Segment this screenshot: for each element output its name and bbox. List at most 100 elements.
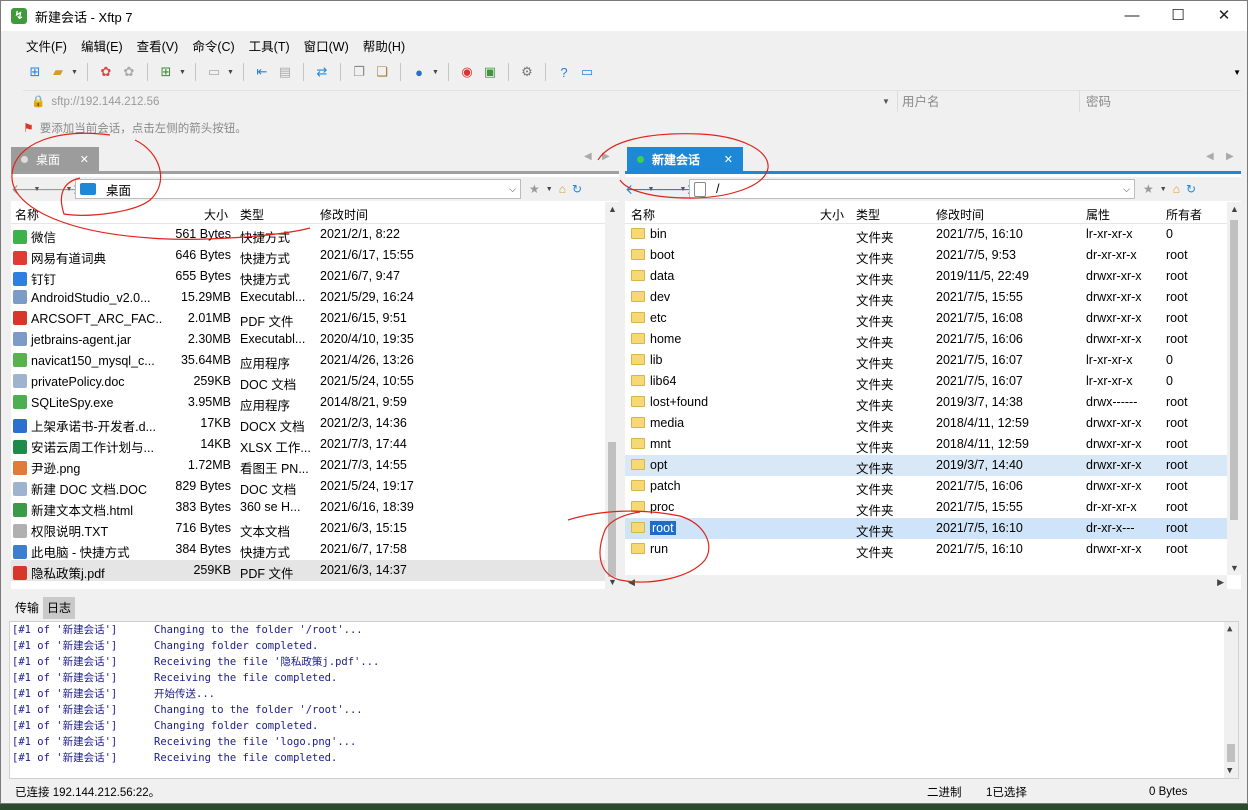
tab-transfer[interactable]: 传输 [11, 597, 43, 619]
file-name[interactable]: root [650, 521, 676, 535]
scroll-left-icon[interactable]: ◀ [628, 577, 635, 588]
local-vertical-scrollbar[interactable]: ▲ ▼ [605, 202, 619, 589]
scroll-tabs-right-icon[interactable]: ▶ [1226, 151, 1234, 162]
host-dropdown-icon[interactable]: ▼ [875, 91, 897, 112]
table-row[interactable]: 安诺云周工作计划与... 14KB XLSX 工作... 2021/7/3, 17:4… [11, 434, 619, 455]
table-row[interactable]: 隐私政策j.pdf 259KB PDF 文件 2021/6/3, 14:37 [11, 560, 619, 581]
col-type[interactable]: 类型 [856, 206, 880, 223]
col-size[interactable]: 大小 [820, 206, 844, 223]
remote-vertical-scrollbar[interactable]: ▲ ▼ [1227, 202, 1241, 575]
open-dropdown-icon[interactable]: ▼ [71, 69, 79, 76]
table-row[interactable]: 网易有道词典 646 Bytes 快捷方式 2021/6/17, 15:55 [11, 245, 619, 266]
xshell-icon[interactable]: ◉ [457, 62, 477, 82]
menu-edit[interactable]: 编辑(E) [74, 36, 130, 55]
menu-file[interactable]: 文件(F) [19, 36, 74, 55]
table-row[interactable]: jetbrains-agent.jar 2.30MB Executabl... 202… [11, 329, 619, 350]
scroll-down-icon[interactable]: ▼ [608, 577, 617, 587]
favorite-icon[interactable]: ★ [1143, 182, 1154, 196]
scroll-thumb[interactable] [608, 442, 616, 577]
table-row[interactable]: opt 文件夹 2019/3/7, 14:40 drwxr-xr-x root [625, 455, 1241, 476]
scroll-up-icon[interactable]: ▲ [608, 204, 617, 214]
new-folder-icon[interactable]: ⊞ [156, 62, 176, 82]
back-dropdown-icon[interactable]: ▼ [645, 186, 657, 193]
back-dropdown-icon[interactable]: ▼ [31, 186, 43, 193]
paste-icon[interactable]: ❏ [372, 62, 392, 82]
globe-dropdown-icon[interactable]: ▼ [432, 69, 440, 76]
table-row[interactable]: etc 文件夹 2021/7/5, 16:08 drwxr-xr-x root [625, 308, 1241, 329]
connect-icon[interactable]: ✿ [96, 62, 116, 82]
help-icon[interactable]: ? [554, 62, 574, 82]
toolbar-overflow-icon[interactable]: ▼ [1233, 68, 1241, 77]
table-row[interactable]: ARCSOFT_ARC_FAC... 2.01MB PDF 文件 2021/6/15,… [11, 308, 619, 329]
xftp-toolbar-icon[interactable]: ▣ [480, 62, 500, 82]
table-row[interactable]: 新建 DOC 文档.DOC 829 Bytes DOC 文档 2021/5/24, 1… [11, 476, 619, 497]
back-icon[interactable]: 🡐 [625, 181, 663, 198]
table-row[interactable]: dev 文件夹 2021/7/5, 15:55 drwxr-xr-x root [625, 287, 1241, 308]
table-row[interactable]: home 文件夹 2021/7/5, 16:06 drwxr-xr-x root [625, 329, 1241, 350]
log-vertical-scrollbar[interactable]: ▲ ▼ [1224, 622, 1238, 778]
refresh-icon[interactable]: ↻ [1186, 182, 1196, 196]
path-dropdown-icon[interactable]: ⌵ [1123, 184, 1130, 195]
view-icon[interactable]: ▭ [204, 62, 224, 82]
table-row[interactable]: media 文件夹 2018/4/11, 12:59 drwxr-xr-x root [625, 413, 1241, 434]
copy-icon[interactable]: ❐ [349, 62, 369, 82]
table-row[interactable]: 权限说明.TXT 716 Bytes 文本文档 2021/6/3, 15:15 [11, 518, 619, 539]
view-dropdown-icon[interactable]: ▼ [227, 69, 235, 76]
remote-horizontal-scrollbar[interactable]: ◀ ▶ [625, 575, 1227, 589]
col-type[interactable]: 类型 [240, 206, 264, 223]
scroll-thumb[interactable] [1230, 220, 1238, 520]
scroll-down-icon[interactable]: ▼ [1227, 766, 1232, 776]
remote-path-input[interactable]: / ⌵ [689, 179, 1135, 199]
table-row[interactable]: navicat150_mysql_c... 35.64MB 应用程序 2021/4/2… [11, 350, 619, 371]
menu-command[interactable]: 命令(C) [185, 36, 241, 55]
menu-window[interactable]: 窗口(W) [297, 36, 356, 55]
table-row[interactable]: boot 文件夹 2021/7/5, 9:53 dr-xr-xr-x root [625, 245, 1241, 266]
add-session-icon[interactable]: ⚑ [23, 121, 34, 135]
scroll-right-icon[interactable]: ▶ [1217, 577, 1224, 588]
scroll-tabs-left-icon[interactable]: ◀ [1206, 151, 1214, 162]
forward-dropdown-icon[interactable]: ▼ [63, 186, 75, 193]
table-row[interactable]: lib64 文件夹 2021/7/5, 16:07 lr-xr-xr-x 0 [625, 371, 1241, 392]
table-row[interactable]: mnt 文件夹 2018/4/11, 12:59 drwxr-xr-x root [625, 434, 1241, 455]
tab-log[interactable]: 日志 [43, 597, 76, 619]
favorite-dropdown-icon[interactable]: ▼ [546, 186, 553, 193]
table-row[interactable]: 尹逊.png 1.72MB 看图王 PN... 2021/7/3, 14:55 [11, 455, 619, 476]
local-path-input[interactable]: 桌面 ⌵ [75, 179, 521, 199]
table-row[interactable]: lib 文件夹 2021/7/5, 16:07 lr-xr-xr-x 0 [625, 350, 1241, 371]
new-session-icon[interactable]: ⊞ [25, 62, 45, 82]
tab-desktop[interactable]: 桌面 ✕ [11, 147, 99, 171]
col-name[interactable]: 名称 [631, 206, 655, 223]
scroll-up-icon[interactable]: ▲ [1227, 624, 1232, 634]
favorite-icon[interactable]: ★ [529, 182, 540, 196]
new-dropdown-icon[interactable]: ▼ [179, 69, 187, 76]
home-folder-icon[interactable]: ⌂ [1173, 182, 1180, 196]
minimize-button[interactable]: — [1109, 1, 1155, 31]
table-row[interactable]: privatePolicy.doc 259KB DOC 文档 2021/5/24, 1… [11, 371, 619, 392]
col-name[interactable]: 名称 [15, 206, 39, 223]
table-row[interactable]: 新建文本文档.html 383 Bytes 360 se H... 2021/6/16… [11, 497, 619, 518]
comment-icon[interactable]: ▭ [577, 62, 597, 82]
forward-icon[interactable]: 🡒 [657, 181, 695, 198]
globe-icon[interactable]: ● [409, 62, 429, 82]
scroll-thumb[interactable] [1227, 744, 1235, 762]
table-row[interactable]: bin 文件夹 2021/7/5, 16:10 lr-xr-xr-x 0 [625, 224, 1241, 245]
col-mtime[interactable]: 修改时间 [320, 206, 368, 223]
forward-dropdown-icon[interactable]: ▼ [677, 186, 689, 193]
table-row[interactable]: patch 文件夹 2021/7/5, 16:06 drwxr-xr-x root [625, 476, 1241, 497]
download-icon[interactable]: ▤ [275, 62, 295, 82]
scroll-up-icon[interactable]: ▲ [1230, 204, 1239, 214]
table-row[interactable]: run 文件夹 2021/7/5, 16:10 drwxr-xr-x root [625, 539, 1241, 560]
scroll-tabs-right-icon[interactable]: ▶ [602, 151, 610, 162]
open-folder-icon[interactable]: ▰ [48, 62, 68, 82]
table-row[interactable]: 钉钉 655 Bytes 快捷方式 2021/6/7, 9:47 [11, 266, 619, 287]
table-row[interactable]: lost+found 文件夹 2019/3/7, 14:38 drwx------ ro… [625, 392, 1241, 413]
password-field[interactable]: 密码 [1079, 91, 1241, 112]
path-dropdown-icon[interactable]: ⌵ [509, 184, 516, 195]
forward-icon[interactable]: 🡒 [43, 181, 81, 198]
scroll-down-icon[interactable]: ▼ [1230, 563, 1239, 573]
refresh-icon[interactable]: ↻ [572, 182, 582, 196]
col-mtime[interactable]: 修改时间 [936, 206, 984, 223]
table-row[interactable]: AndroidStudio_v2.0... 15.29MB Executabl...… [11, 287, 619, 308]
home-folder-icon[interactable]: ⌂ [559, 182, 566, 196]
close-button[interactable]: ✕ [1201, 1, 1247, 31]
